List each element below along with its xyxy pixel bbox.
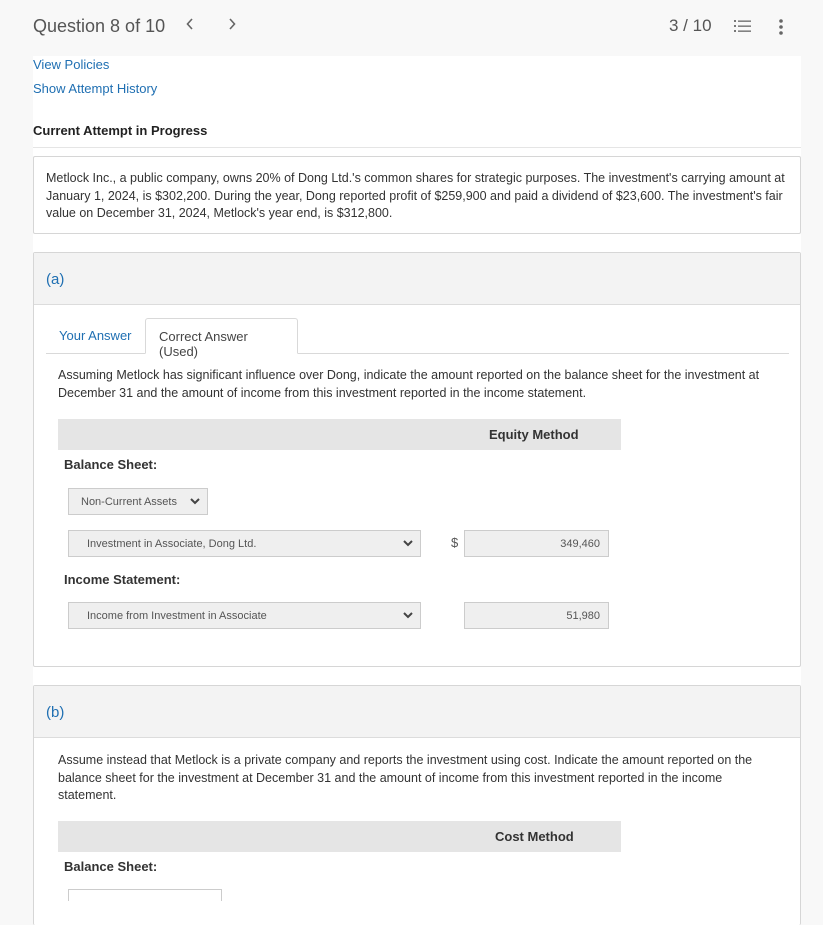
balance-amount-field[interactable]: 349,460 (464, 530, 609, 557)
part-b-header: (b) (34, 686, 800, 738)
tab-your-answer[interactable]: Your Answer (46, 318, 145, 354)
question-title: Question 8 of 10 (33, 16, 166, 36)
currency-symbol: $ (451, 535, 459, 550)
numbered-list-icon (734, 20, 751, 32)
part-a-label: (a) (46, 271, 65, 288)
tab-correct-answer[interactable]: Correct Answer (Used) (145, 318, 298, 359)
balance-category-value: Non-Current Assets (81, 496, 177, 508)
vertical-ellipsis-icon (779, 19, 783, 35)
income-account-select[interactable]: Income from Investment in Associate (68, 602, 421, 629)
chevron-down-icon (190, 498, 200, 505)
problem-text: Metlock Inc., a public company, owns 20%… (46, 171, 785, 220)
chevron-left-icon (186, 18, 193, 30)
income-amount-field[interactable]: 51,980 (464, 602, 609, 629)
question-list-button[interactable] (734, 19, 751, 34)
part-b-panel: (b) Assume instead that Metlock is a pri… (33, 685, 801, 925)
balance-sheet-label: Balance Sheet: (64, 457, 158, 472)
column-header-label: Equity Method (489, 427, 579, 442)
part-a-instruction: Assuming Metlock has significant influen… (58, 368, 760, 400)
part-b-instruction: Assume instead that Metlock is a private… (58, 753, 753, 802)
answer-tabs: Your Answer Correct Answer (Used) (46, 318, 789, 359)
equity-method-header: Equity Method (58, 419, 621, 450)
cost-method-header: Cost Method (58, 821, 621, 852)
income-statement-label: Income Statement: (64, 572, 181, 587)
balance-category-select[interactable]: Non-Current Assets (68, 488, 208, 515)
question-content: View Policies Show Attempt History Curre… (33, 56, 801, 925)
question-header: Question 8 of 10 3 / 10 (0, 0, 823, 56)
chevron-down-icon (403, 540, 413, 547)
chevron-right-icon (229, 18, 236, 30)
more-options-button[interactable] (778, 19, 784, 35)
balance-account-value: Investment in Associate, Dong Ltd. (87, 538, 257, 550)
balance-account-select[interactable]: Investment in Associate, Dong Ltd. (68, 530, 421, 557)
column-header-label: Cost Method (495, 829, 574, 844)
income-account-value: Income from Investment in Associate (87, 610, 267, 622)
next-question-button[interactable] (228, 17, 236, 34)
balance-category-select[interactable] (68, 889, 222, 901)
part-b-label: (b) (46, 704, 65, 721)
previous-question-button[interactable] (186, 17, 194, 34)
balance-sheet-label: Balance Sheet: (64, 859, 158, 874)
attempt-status: Current Attempt in Progress (33, 123, 208, 138)
question-progress: 3 / 10 (669, 16, 712, 35)
part-a-header: (a) (34, 253, 800, 305)
problem-statement: Metlock Inc., a public company, owns 20%… (33, 156, 801, 234)
view-policies-link[interactable]: View Policies (33, 57, 109, 72)
show-attempt-history-link[interactable]: Show Attempt History (33, 81, 157, 96)
divider (33, 147, 801, 148)
part-a-panel: (a) Your Answer Correct Answer (Used) As… (33, 252, 801, 667)
chevron-down-icon (403, 612, 413, 619)
